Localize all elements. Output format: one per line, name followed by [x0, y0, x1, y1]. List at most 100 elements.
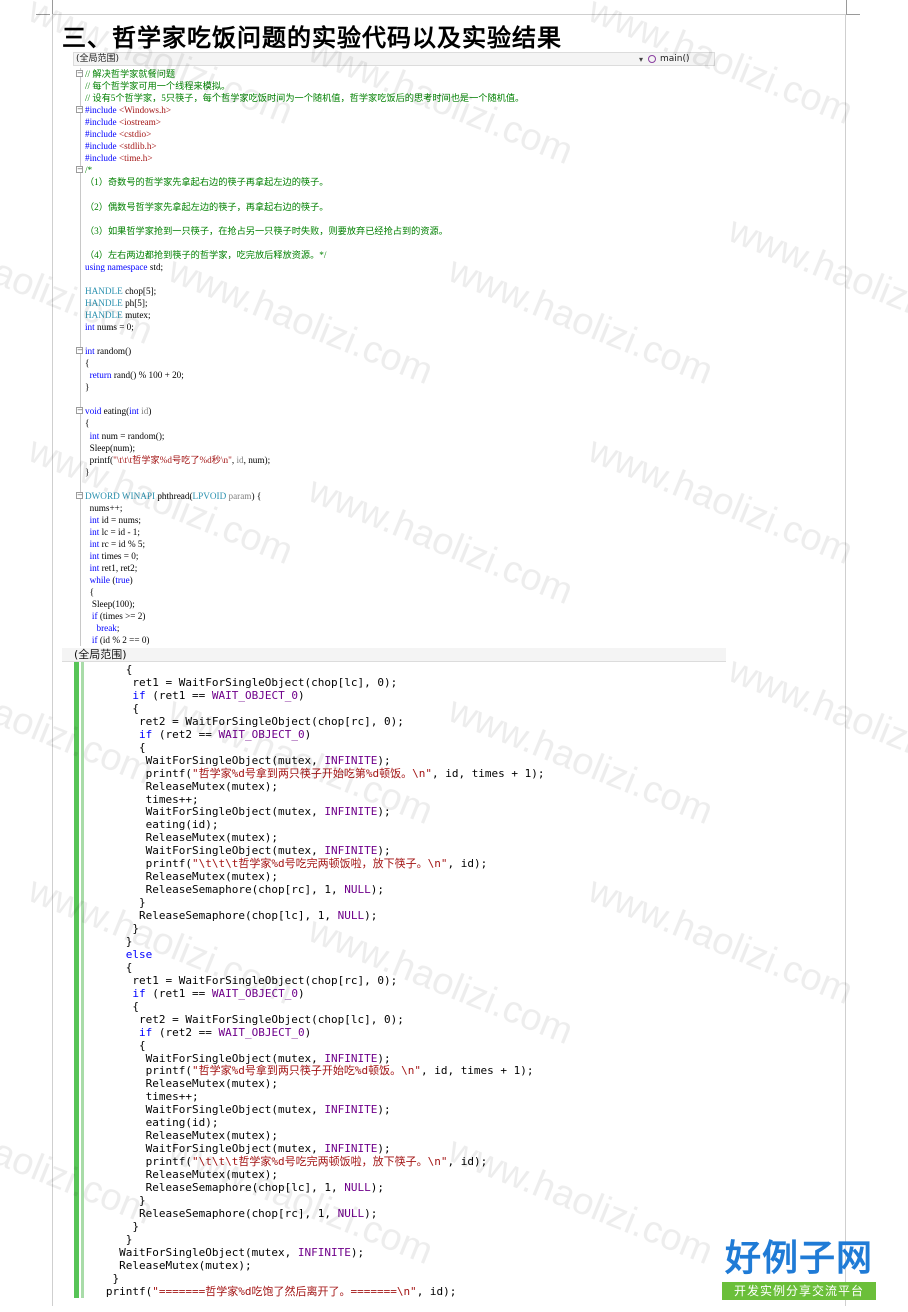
code-token: ) — [297, 986, 305, 1000]
code-token: eating(id); — [86, 818, 219, 832]
code-token: ret1 = WaitForSingleObject(chop[rc], 0); — [86, 973, 398, 987]
code-line: { — [86, 741, 146, 754]
code-token: ret2 = WaitForSingleObject(chop[lc], 0); — [86, 1012, 404, 1026]
code-token: return — [89, 370, 112, 381]
code-line: { — [85, 417, 89, 429]
code-line: if (ret1 == WAIT_OBJECT_0) — [86, 688, 305, 702]
code-token: WaitForSingleObject(mutex, — [86, 1051, 325, 1065]
code-token: { — [86, 960, 133, 974]
code-line: void eating(int id) — [85, 405, 151, 417]
function-dropdown[interactable]: main() — [660, 53, 690, 66]
code-token: { — [85, 358, 90, 369]
code-token: "\t\t\t哲学家%d号吃了%d秒\n" — [113, 454, 232, 465]
code-line: printf("=======哲学家%d吃饱了然后离开了。=======\n",… — [86, 1284, 457, 1298]
code-line: printf("哲学家%d号拿到两只筷子开始吃第%d顿饭。\n", id, ti… — [86, 767, 545, 780]
code-token: WAIT_OBJECT_0 — [211, 688, 298, 702]
code-token: ReleaseSemaphore(chop[rc], 1, — [86, 883, 345, 897]
code-token: nums = 0; — [94, 322, 134, 333]
code-token: WaitForSingleObject(mutex, — [86, 1245, 298, 1259]
code-token: #include — [85, 141, 119, 152]
collapse-toggle-icon[interactable]: − — [76, 407, 83, 415]
code-line: int rc = id % 5; — [85, 538, 145, 550]
code-token: } — [85, 382, 90, 393]
crop-mark — [846, 0, 847, 14]
collapse-toggle-icon[interactable]: − — [76, 70, 83, 77]
code-token: ; — [116, 623, 120, 634]
crop-mark — [36, 14, 50, 15]
code-line: if (times >= 2) — [85, 610, 146, 622]
code-line: if (ret2 == WAIT_OBJECT_0) — [86, 728, 311, 741]
function-icon — [648, 55, 656, 63]
code-line: DWORD WINAPI phthread(LPVOID param) { — [85, 490, 261, 502]
change-indicator-bar — [74, 662, 79, 1298]
code-line: { — [86, 1039, 146, 1052]
code-token: ); — [377, 844, 391, 858]
collapse-toggle-icon[interactable]: − — [76, 106, 83, 114]
code-token: int — [89, 538, 100, 549]
code-token: mutex; — [122, 310, 151, 320]
code-token: WaitForSingleObject(mutex, — [86, 753, 325, 767]
code-line: int ret1, ret2; — [85, 562, 138, 574]
code-token: #include — [85, 153, 119, 164]
chevron-down-icon[interactable]: ▾ — [639, 53, 643, 66]
code-line: } — [86, 1272, 119, 1285]
code-token: { — [86, 740, 146, 754]
code-line: int times = 0; — [85, 550, 139, 562]
code-token: ) — [129, 575, 133, 586]
code-token: id — [138, 406, 149, 417]
scope-dropdown[interactable]: (全局范围) — [74, 648, 127, 661]
code-token: } — [86, 1232, 133, 1246]
code-token: , id, times + 1); — [431, 766, 545, 780]
code-line: int num = random(); — [85, 430, 165, 442]
code-line: times++; — [86, 1090, 199, 1103]
code-token: Sleep(100); — [85, 599, 135, 610]
code-token: "哲学家%d号拿到两只筷子开始吃第%d顿饭。\n" — [191, 766, 432, 780]
code-token: DWORD WINAPI — [85, 490, 156, 501]
code-token: id = nums; — [99, 514, 141, 525]
code-token: while — [89, 575, 111, 586]
code-token: { — [86, 701, 139, 715]
code-line: } — [86, 934, 133, 948]
code-line: ReleaseMutex(mutex); — [86, 780, 278, 793]
code-line: int lc = id - 1; — [85, 526, 140, 538]
collapse-toggle-icon[interactable]: − — [76, 347, 83, 355]
code-token: WaitForSingleObject(mutex, — [86, 844, 325, 858]
code-token: NULL — [344, 883, 371, 897]
code-line: WaitForSingleObject(mutex, INFINITE); — [86, 1103, 391, 1116]
code-token: { — [86, 1038, 146, 1052]
code-token: INFINITE — [324, 805, 378, 819]
code-line: WaitForSingleObject(mutex, INFINITE); — [86, 805, 391, 818]
scope-dropdown[interactable]: (全局范围) — [76, 53, 119, 66]
code-token: INFINITE — [297, 1245, 351, 1259]
code-line: #include <Windows.h> — [85, 104, 171, 116]
code-token: (ret2 == — [152, 1025, 219, 1039]
code-line: times++; — [86, 793, 199, 806]
code-line: // 每个哲学家可用一个线程来模拟。 — [85, 80, 230, 92]
code-token: Sleep(num); — [85, 442, 136, 453]
code-token: ) — [148, 406, 152, 417]
code-token: WaitForSingleObject(mutex, — [86, 1103, 325, 1117]
code-token: , id); — [416, 1284, 457, 1298]
code-token: ) — [297, 688, 305, 702]
code-line: break; — [85, 622, 119, 634]
code-token: （2）偶数号哲学家先拿起左边的筷子，再拿起右边的筷子。 — [85, 201, 329, 212]
collapse-toggle-icon[interactable]: − — [76, 491, 83, 499]
collapse-toggle-icon[interactable]: − — [76, 166, 83, 174]
code-token: // 设有5个哲学家，5只筷子，每个哲学家吃饭时间为一个随机值，哲学家吃饭后的思… — [85, 93, 525, 104]
code-token: ReleaseMutex(mutex); — [86, 1258, 252, 1272]
code-token: "\t\t\t哲学家%d号吃完两顿饭啦，放下筷子。\n" — [191, 1155, 448, 1169]
code-token: } — [86, 934, 133, 948]
change-indicator-bar — [81, 662, 84, 1298]
code-token: ); — [377, 1051, 391, 1065]
code-line: { — [86, 1000, 139, 1013]
code-token: ReleaseMutex(mutex); — [86, 1077, 279, 1091]
code-line: { — [86, 663, 133, 676]
code-token: int — [89, 526, 100, 537]
code-token: { — [85, 587, 95, 598]
code-token: WAIT_OBJECT_0 — [218, 727, 305, 741]
